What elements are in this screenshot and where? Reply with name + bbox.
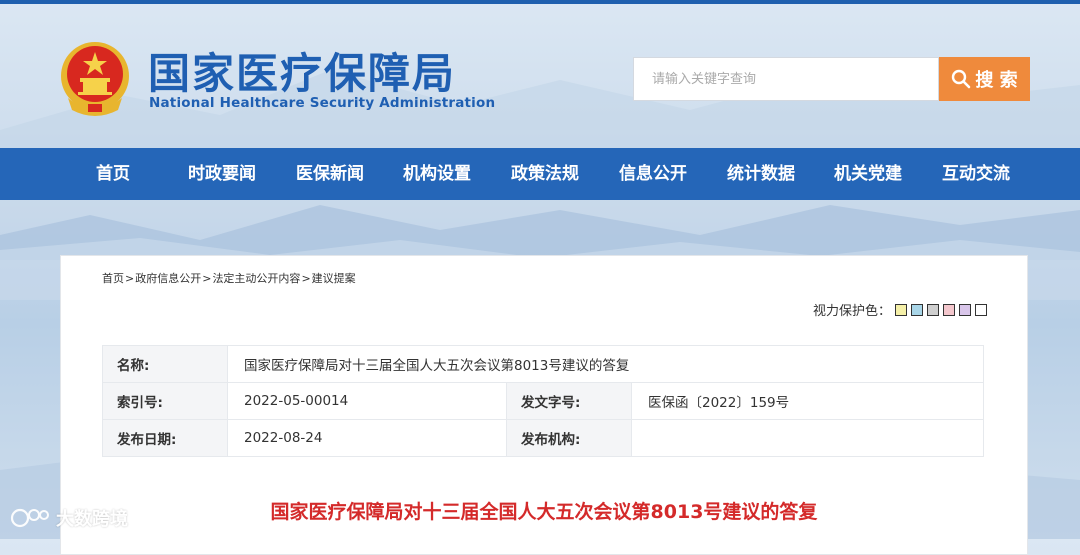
meta-name-value: 国家医疗保障局对十三届全国人大五次会议第8013号建议的答复 [227,345,984,383]
nav-item-info-disclosure[interactable]: 信息公开 [619,148,687,200]
nav-item-interaction[interactable]: 互动交流 [942,148,1010,200]
eye-care-swatch-pink[interactable] [943,303,955,316]
eye-care-swatch-gray[interactable] [927,303,939,316]
eye-care-selector: 视力保护色： [813,300,987,319]
nav-item-political-news[interactable]: 时政要闻 [188,148,256,200]
breadcrumb-proposals[interactable]: 建议提案 [312,272,356,285]
nav-item-home[interactable]: 首页 [96,148,130,200]
breadcrumb-home[interactable]: 首页 [102,272,124,285]
article-title: 国家医疗保障局对十三届全国人大五次会议第8013号建议的答复 [270,501,818,523]
eye-care-swatch-white[interactable] [975,303,987,316]
meta-org-label: 发布机构: [506,419,632,457]
site-title-cn[interactable]: 国家医疗保障局 [148,40,456,101]
search-icon [952,69,971,89]
search-input[interactable] [634,58,938,100]
meta-date-value: 2022-08-24 [227,419,507,457]
meta-date-label: 发布日期: [102,419,228,457]
nav-item-statistics[interactable]: 统计数据 [727,148,795,200]
breadcrumb-separator: > [202,272,212,285]
meta-index-label: 索引号: [102,382,228,420]
search-button-label: 搜 索 [975,70,1018,91]
nav-item-healthcare-news[interactable]: 医保新闻 [296,148,364,200]
watermark-text: 大数跨境 [56,509,128,530]
meta-row-name: 名称: 国家医疗保障局对十三届全国人大五次会议第8013号建议的答复 [102,345,984,383]
breadcrumb-gov-info[interactable]: 政府信息公开 [135,272,201,285]
meta-index-value: 2022-05-00014 [227,382,507,420]
search-box [633,57,939,101]
site-title-en: National Healthcare Security Administrat… [149,95,496,111]
meta-org-value [631,419,984,457]
breadcrumb-separator: > [301,272,311,285]
content-panel: 首页>政府信息公开>法定主动公开内容>建议提案 视力保护色： 名称: 国家医疗保… [60,255,1028,555]
meta-row-index: 索引号: 2022-05-00014 发文字号: 医保函〔2022〕159号 [102,382,984,420]
eye-care-label: 视力保护色： [812,304,891,319]
eye-care-swatch-purple[interactable] [959,303,971,316]
watermark: 大数跨境 [10,505,128,531]
meta-doc-no-value: 医保函〔2022〕159号 [631,382,984,420]
breadcrumb-separator: > [125,272,135,285]
national-emblem-icon [61,42,129,116]
watermark-logo-icon [10,508,49,528]
document-meta-table: 名称: 国家医疗保障局对十三届全国人大五次会议第8013号建议的答复 索引号: … [102,345,984,457]
nav-item-policies[interactable]: 政策法规 [511,148,579,200]
meta-doc-no-label: 发文字号: [506,382,632,420]
eye-care-swatch-yellow[interactable] [895,303,907,316]
search-button[interactable]: 搜 索 [939,57,1030,101]
nav-item-organization[interactable]: 机构设置 [403,148,471,200]
eye-care-swatch-blue[interactable] [911,303,923,316]
main-nav: 首页 时政要闻 医保新闻 机构设置 政策法规 信息公开 统计数据 机关党建 互动… [0,148,1080,200]
meta-row-date: 发布日期: 2022-08-24 发布机构: [102,419,984,457]
top-stripe [0,0,1080,4]
meta-name-label: 名称: [102,345,228,383]
breadcrumb: 首页>政府信息公开>法定主动公开内容>建议提案 [102,270,356,286]
breadcrumb-disclosure-content[interactable]: 法定主动公开内容 [212,272,300,285]
nav-item-party-building[interactable]: 机关党建 [834,148,902,200]
